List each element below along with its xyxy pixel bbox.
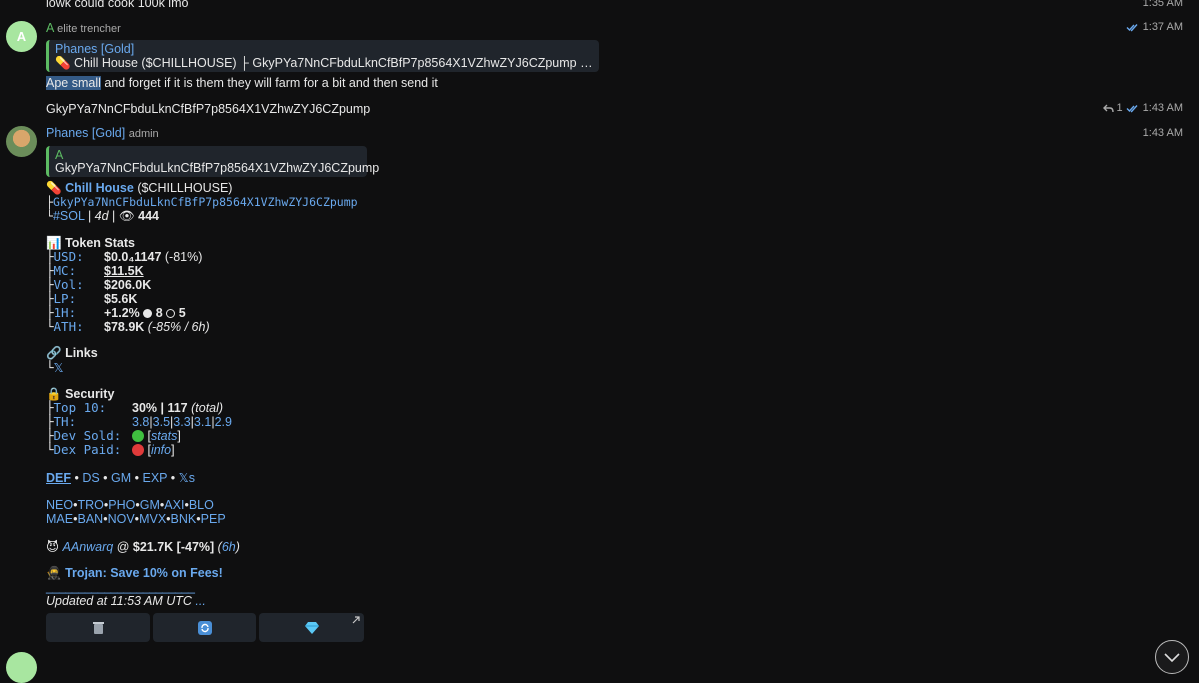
token-address-row: ├GkyPYa7NnCFbduLknCfBfP7p8564X1VZhwZYJ6C… xyxy=(46,195,358,209)
reply-quote[interactable]: A GkyPYa7NnCFbduLknCfBfP7p8564X1VZhwZYJ6… xyxy=(46,146,379,177)
sell-icon xyxy=(166,309,176,318)
double-check-icon xyxy=(1126,23,1138,31)
nav-nov[interactable]: NOV xyxy=(108,512,135,526)
msg2-text: GkyPYa7NnCFbduLknCfBfP7p8564X1VZhwZYJ6CZ… xyxy=(46,102,371,116)
reply-count: 1 xyxy=(1116,102,1123,114)
caller-name[interactable]: AAnwarq xyxy=(63,540,114,554)
sender-name[interactable]: A xyxy=(46,21,54,35)
sender-role: admin xyxy=(128,128,159,140)
th-value-4[interactable]: 3.1 xyxy=(194,415,211,429)
quote-author: A xyxy=(55,148,64,162)
nav-ban[interactable]: BAN xyxy=(77,512,103,526)
nav-pho[interactable]: PHO xyxy=(108,498,135,512)
nav-tro[interactable]: TRO xyxy=(77,498,103,512)
chain-tag[interactable]: #SOL xyxy=(53,209,85,223)
msg2-time: 1:43 AM xyxy=(1142,102,1183,114)
nav-xs[interactable]: 𝕏s xyxy=(179,471,195,485)
stats-link[interactable]: stats xyxy=(151,429,177,443)
token-ticker: ($CHILLHOUSE) xyxy=(137,181,233,195)
nav-exp[interactable]: EXP xyxy=(143,471,168,485)
view-count: 444 xyxy=(138,209,159,223)
info-link[interactable]: info xyxy=(151,443,171,457)
chevron-down-icon xyxy=(1164,653,1180,663)
th-value-2[interactable]: 3.5 xyxy=(153,415,170,429)
msg1-time: 1:37 AM xyxy=(1142,21,1183,33)
msg3-time: 1:43 AM xyxy=(1142,127,1183,139)
avatar[interactable] xyxy=(6,652,37,683)
token-meta-row: └#SOL | 4d | 👁 444 xyxy=(46,209,159,223)
ninja-icon: 🥷 xyxy=(46,566,62,580)
refresh-button[interactable] xyxy=(153,613,256,642)
links-row: └𝕏 xyxy=(46,360,64,375)
msg1-header: A elite trencher xyxy=(46,21,121,35)
link-icon: 🔗 xyxy=(46,346,62,360)
nav-axi[interactable]: AXI xyxy=(164,498,184,512)
chart-icon: 📊 xyxy=(46,236,62,250)
nav-bnk[interactable]: BNK xyxy=(171,512,197,526)
updated-row: Updated at 11:53 AM UTC ... xyxy=(46,594,206,608)
msg1-meta: 1:37 AM xyxy=(1126,21,1183,33)
th-value-5[interactable]: 2.9 xyxy=(215,415,232,429)
token-age: 4d xyxy=(94,209,109,223)
quote-body: 💊 Chill House ($CHILLHOUSE) ├ GkyPYa7NnC… xyxy=(55,56,595,70)
token-header: 💊 Chill House ($CHILLHOUSE) xyxy=(46,181,232,196)
promo-link[interactable]: Trojan: Save 10% on Fees! xyxy=(65,566,223,580)
eye-icon: 👁 xyxy=(118,209,135,223)
nav-row-1: DEF • DS • GM • EXP • 𝕏s xyxy=(46,471,195,485)
quote-title: Phanes [Gold] xyxy=(55,42,135,56)
external-link-icon xyxy=(352,616,360,624)
divider-line: _______________________ xyxy=(46,580,195,594)
th-value-3[interactable]: 3.3 xyxy=(173,415,190,429)
token-address[interactable]: GkyPYa7NnCFbduLknCfBfP7p8564X1VZhwZYJ6CZ… xyxy=(53,195,358,209)
prev-message-text: lowk could cook 100k imo xyxy=(46,0,189,10)
nav-gm[interactable]: GM xyxy=(111,471,131,485)
th-value-1[interactable]: 3.8 xyxy=(132,415,149,429)
msg2-meta: 1 1:43 AM xyxy=(1102,102,1183,114)
avatar[interactable]: A xyxy=(6,21,37,52)
nav-gm2[interactable]: GM xyxy=(140,498,160,512)
token-name-link[interactable]: Chill House xyxy=(65,181,134,195)
nav-blo[interactable]: BLO xyxy=(189,498,214,512)
devil-icon: 😈 xyxy=(46,540,60,554)
nav-row-2: NEO•TRO•PHO•GM•AXI•BLO xyxy=(46,498,214,512)
mc-link[interactable]: $11.5K xyxy=(104,264,144,278)
reply-quote[interactable]: Phanes [Gold] 💊 Chill House ($CHILLHOUSE… xyxy=(46,40,599,72)
nav-pep[interactable]: PEP xyxy=(201,512,226,526)
msg3-header: Phanes [Gold] admin xyxy=(46,126,159,140)
double-check-icon xyxy=(1126,104,1138,112)
avatar[interactable] xyxy=(6,126,37,157)
nav-ds[interactable]: DS xyxy=(82,471,99,485)
highlighted-text: Ape small xyxy=(46,76,101,90)
lock-icon: 🔒 xyxy=(46,387,62,401)
diamond-button[interactable] xyxy=(259,613,364,642)
links-heading: 🔗 Links xyxy=(46,346,98,360)
nav-mvx[interactable]: MVX xyxy=(139,512,166,526)
caller-time[interactable]: 6h xyxy=(222,540,236,554)
buy-icon xyxy=(143,309,153,318)
x-link[interactable]: 𝕏 xyxy=(54,361,64,375)
caller-row: 😈 AAnwarq @ $21.7K [-47%] (6h) xyxy=(46,540,240,554)
caller-value: $21.7K [-47%] xyxy=(132,540,215,554)
delete-button[interactable] xyxy=(46,613,150,642)
refresh-icon xyxy=(197,620,212,635)
red-circle-icon xyxy=(132,444,144,456)
scroll-down-button[interactable] xyxy=(1155,640,1189,674)
reply-icon xyxy=(1102,104,1114,112)
prev-message-time: 1:35 AM xyxy=(1142,0,1183,9)
trash-icon xyxy=(92,621,104,634)
msg1-text: Ape small and forget if it is them they … xyxy=(46,76,438,90)
pill-icon: 💊 xyxy=(46,181,62,195)
green-circle-icon xyxy=(132,430,144,442)
promo-row: 🥷 Trojan: Save 10% on Fees! xyxy=(46,566,223,581)
nav-mae[interactable]: MAE xyxy=(46,512,73,526)
sender-name[interactable]: Phanes [Gold] xyxy=(46,126,125,140)
quote-text: GkyPYa7NnCFbduLknCfBfP7p8564X1VZhwZYJ6CZ… xyxy=(55,161,380,175)
nav-neo[interactable]: NEO xyxy=(46,498,73,512)
diamond-icon xyxy=(304,621,319,634)
nav-def[interactable]: DEF xyxy=(46,471,71,485)
sender-role: elite trencher xyxy=(57,23,121,35)
nav-row-3: MAE•BAN•NOV•MVX•BNK•PEP xyxy=(46,512,226,526)
